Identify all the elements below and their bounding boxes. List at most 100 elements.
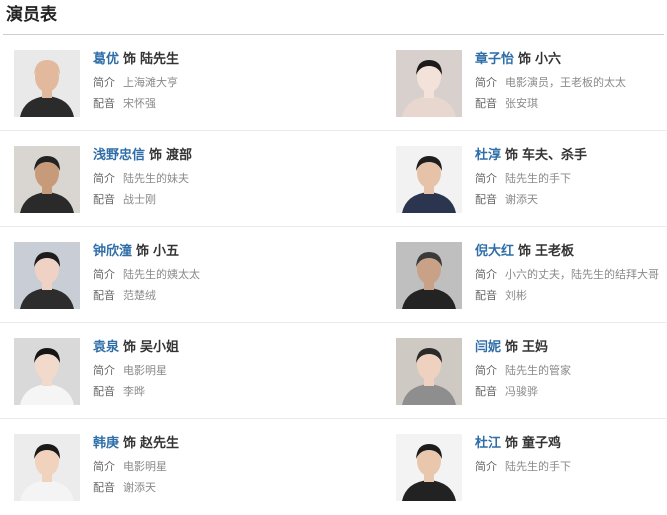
actor-name-link[interactable]: 闫妮 — [475, 340, 501, 355]
dub-label: 配音 — [93, 289, 115, 302]
role-prefix: 饰 — [518, 244, 532, 259]
actor-photo[interactable] — [14, 434, 80, 501]
cast-card: 葛优饰陆先生 简介 上海滩大亨 配音 宋怀强 — [14, 35, 334, 130]
actor-name-link[interactable]: 葛优 — [93, 52, 119, 67]
intro-label: 简介 — [93, 268, 115, 281]
dub-line: 配音 李晔 — [93, 384, 329, 400]
actor-name-link[interactable]: 倪大红 — [475, 244, 514, 259]
intro-text: 电影明星 — [123, 460, 167, 473]
intro-label: 简介 — [93, 364, 115, 377]
intro-line: 简介 电影明星 — [93, 459, 329, 475]
role-name: 小六 — [535, 52, 562, 67]
cast-info: 章子怡饰小六 简介 电影演员，王老板的太太 配音 张安琪 — [475, 51, 667, 112]
dub-voice: 张安琪 — [505, 97, 538, 110]
cast-info: 杜江饰童子鸡 简介 陆先生的手下 — [475, 435, 667, 475]
actor-name-link[interactable]: 章子怡 — [475, 52, 514, 67]
dub-line: 配音 张安琪 — [475, 96, 667, 112]
actor-name-link[interactable]: 杜江 — [475, 436, 501, 451]
intro-text: 陆先生的手下 — [505, 460, 571, 473]
role-prefix: 饰 — [518, 52, 532, 67]
intro-text: 陆先生的管家 — [505, 364, 571, 377]
role-name: 童子鸡 — [522, 436, 562, 451]
actor-photo[interactable] — [14, 146, 80, 213]
dub-voice: 范楚绒 — [123, 289, 156, 302]
actor-name-link[interactable]: 杜淳 — [475, 148, 501, 163]
intro-text: 上海滩大亨 — [123, 76, 178, 89]
cast-heading: 韩庚饰赵先生 — [93, 435, 329, 454]
dub-voice: 李晔 — [123, 385, 145, 398]
dub-voice: 冯骏骅 — [505, 385, 538, 398]
intro-text: 陆先生的姨太太 — [123, 268, 200, 281]
role-name: 渡部 — [166, 148, 193, 163]
intro-text: 小六的丈夫，陆先生的结拜大哥 — [505, 268, 659, 281]
cast-card: 韩庚饰赵先生 简介 电影明星 配音 谢添天 — [14, 419, 334, 514]
dub-label: 配音 — [475, 289, 497, 302]
actor-photo[interactable] — [14, 50, 80, 117]
dub-label: 配音 — [475, 193, 497, 206]
actor-name-link[interactable]: 浅野忠信 — [93, 148, 145, 163]
cast-info: 浅野忠信饰渡部 简介 陆先生的妹夫 配音 战士刚 — [93, 147, 329, 208]
role-prefix: 饰 — [505, 436, 519, 451]
actor-name-link[interactable]: 钟欣潼 — [93, 244, 132, 259]
cast-card: 章子怡饰小六 简介 电影演员，王老板的太太 配音 张安琪 — [396, 35, 667, 130]
cast-row: 韩庚饰赵先生 简介 电影明星 配音 谢添天 杜江饰童子鸡 简介 陆先生的手下 — [0, 419, 667, 515]
dub-line: 配音 谢添天 — [475, 192, 667, 208]
actor-photo[interactable] — [14, 242, 80, 309]
dub-label: 配音 — [93, 385, 115, 398]
dub-voice: 战士刚 — [123, 193, 156, 206]
actor-photo[interactable] — [396, 50, 462, 117]
actor-photo[interactable] — [396, 242, 462, 309]
cast-card: 闫妮饰王妈 简介 陆先生的管家 配音 冯骏骅 — [396, 323, 667, 418]
intro-line: 简介 陆先生的妹夫 — [93, 171, 329, 187]
intro-text: 陆先生的妹夫 — [123, 172, 189, 185]
intro-label: 简介 — [475, 268, 497, 281]
cast-row: 袁泉饰吴小姐 简介 电影明星 配音 李晔 闫妮饰王妈 简介 陆先生的管家 配音 冯骏骅 — [0, 323, 667, 419]
intro-line: 简介 上海滩大亨 — [93, 75, 329, 91]
cast-card: 杜江饰童子鸡 简介 陆先生的手下 — [396, 419, 667, 514]
cast-heading: 钟欣潼饰小五 — [93, 243, 329, 262]
page-title: 演员表 — [6, 5, 57, 25]
cast-info: 韩庚饰赵先生 简介 电影明星 配音 谢添天 — [93, 435, 329, 496]
cast-heading: 杜江饰童子鸡 — [475, 435, 667, 454]
dub-label: 配音 — [475, 385, 497, 398]
intro-text: 陆先生的手下 — [505, 172, 571, 185]
cast-heading: 杜淳饰车夫、杀手 — [475, 147, 667, 166]
role-prefix: 饰 — [505, 148, 519, 163]
cast-heading: 章子怡饰小六 — [475, 51, 667, 70]
intro-label: 简介 — [93, 172, 115, 185]
dub-line: 配音 战士刚 — [93, 192, 329, 208]
intro-text: 电影明星 — [123, 364, 167, 377]
cast-heading: 袁泉饰吴小姐 — [93, 339, 329, 358]
cast-row: 葛优饰陆先生 简介 上海滩大亨 配音 宋怀强 章子怡饰小六 简介 电影演员，王老板的太太 配音张… — [0, 35, 667, 131]
cast-card: 杜淳饰车夫、杀手 简介 陆先生的手下 配音 谢添天 — [396, 131, 667, 226]
actor-name-link[interactable]: 袁泉 — [93, 340, 119, 355]
role-name: 小五 — [153, 244, 180, 259]
role-prefix: 饰 — [123, 340, 137, 355]
role-name: 车夫、杀手 — [522, 148, 588, 163]
role-prefix: 饰 — [149, 148, 163, 163]
intro-line: 简介 陆先生的手下 — [475, 459, 667, 475]
cast-card: 钟欣潼饰小五 简介 陆先生的姨太太 配音 范楚绒 — [14, 227, 334, 322]
role-name: 赵先生 — [140, 436, 180, 451]
cast-heading: 葛优饰陆先生 — [93, 51, 329, 70]
actor-photo[interactable] — [14, 338, 80, 405]
cast-row: 浅野忠信饰渡部 简介 陆先生的妹夫 配音 战士刚 杜淳饰车夫、杀手 简介 陆先生的手下 配音 谢添… — [0, 131, 667, 227]
actor-photo[interactable] — [396, 146, 462, 213]
intro-label: 简介 — [475, 76, 497, 89]
intro-line: 简介 电影演员，王老板的太太 — [475, 75, 667, 91]
actor-photo[interactable] — [396, 338, 462, 405]
role-prefix: 饰 — [123, 52, 137, 67]
actor-photo[interactable] — [396, 434, 462, 501]
dub-voice: 刘彬 — [505, 289, 527, 302]
intro-label: 简介 — [93, 460, 115, 473]
dub-label: 配音 — [93, 481, 115, 494]
dub-label: 配音 — [93, 193, 115, 206]
dub-line: 配音 谢添天 — [93, 480, 329, 496]
role-name: 吴小姐 — [140, 340, 180, 355]
intro-line: 简介 陆先生的姨太太 — [93, 267, 329, 283]
actor-name-link[interactable]: 韩庚 — [93, 436, 119, 451]
dub-line: 配音 冯骏骅 — [475, 384, 667, 400]
role-prefix: 饰 — [136, 244, 150, 259]
role-name: 王妈 — [522, 340, 549, 355]
cast-info: 闫妮饰王妈 简介 陆先生的管家 配音 冯骏骅 — [475, 339, 667, 400]
